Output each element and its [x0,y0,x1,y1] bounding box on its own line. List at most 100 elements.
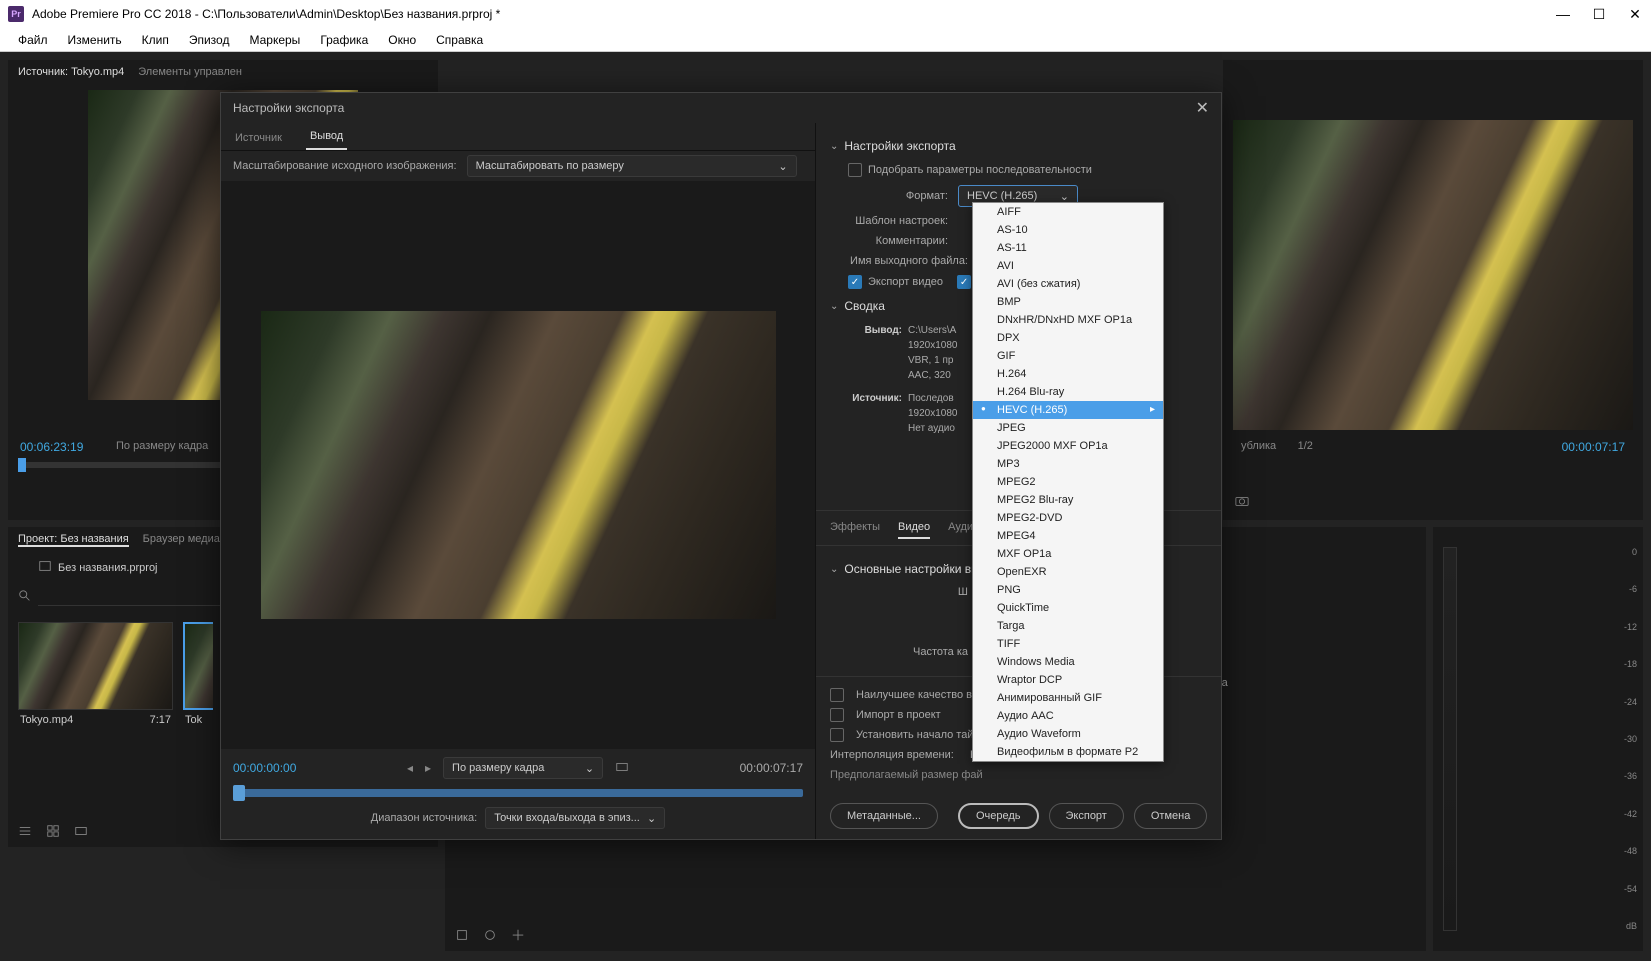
menu-clip[interactable]: Клип [132,33,179,47]
step-back-icon[interactable]: ◂ [407,761,413,775]
preview-fit-select[interactable]: По размеру кадра ⌄ [443,757,603,779]
effect-controls-tab[interactable]: Элементы управлен [138,66,242,78]
tab-video[interactable]: Видео [898,517,930,539]
width-label: Ш [848,586,978,598]
tab-output[interactable]: Вывод [306,124,347,150]
tab-effects[interactable]: Эффекты [830,517,880,539]
export-settings-header[interactable]: ⌄ Настройки экспорта [830,139,1207,153]
source-tab[interactable]: Источник: Tokyo.mp4 [18,66,124,78]
source-fit-label[interactable]: По размеру кадра [116,440,208,452]
camera-icon[interactable] [1235,494,1251,510]
format-option[interactable]: H.264 Blu-ray [973,383,1163,401]
format-option[interactable]: AVI (без сжатия) [973,275,1163,293]
menu-graphics[interactable]: Графика [310,33,378,47]
chevron-down-icon: ⌄ [1060,190,1069,203]
bin-icon [38,559,52,576]
menu-edit[interactable]: Изменить [58,33,132,47]
dialog-close-button[interactable]: ✕ [1196,98,1209,118]
format-option[interactable]: Аудио AAC [973,707,1163,725]
estimated-size-label: Предполагаемый размер фай [830,765,1207,785]
source-playhead[interactable] [18,458,26,472]
format-option[interactable]: Windows Media [973,653,1163,671]
menu-markers[interactable]: Маркеры [239,33,310,47]
best-quality-checkbox[interactable] [830,688,844,702]
format-option[interactable]: TIFF [973,635,1163,653]
queue-button[interactable]: Очередь [958,803,1039,829]
program-timecode[interactable]: 00:00:07:17 [1562,440,1625,454]
format-option[interactable]: DNxHR/DNxHD MXF OP1a [973,311,1163,329]
timeline-tool-icon[interactable] [511,928,525,945]
match-sequence-checkbox[interactable] [848,163,862,177]
timeline-tool-icon[interactable] [455,928,469,945]
format-option[interactable]: MPEG4 [973,527,1163,545]
format-option[interactable]: MPEG2-DVD [973,509,1163,527]
search-icon[interactable] [18,589,32,606]
preview-timecode-out[interactable]: 00:00:07:17 [740,761,803,775]
import-project-checkbox[interactable] [830,708,844,722]
format-option[interactable]: DPX [973,329,1163,347]
export-button[interactable]: Экспорт [1049,803,1124,829]
close-button[interactable]: ✕ [1627,6,1643,22]
tab-source[interactable]: Источник [231,126,286,150]
format-option[interactable]: PNG [973,581,1163,599]
timeline-tool-icon[interactable] [483,928,497,945]
format-option[interactable]: AS-10 [973,221,1163,239]
format-option[interactable]: Wraptor DCP [973,671,1163,689]
format-option[interactable]: MXF OP1a [973,545,1163,563]
set-timecode-checkbox[interactable] [830,728,844,742]
format-option[interactable]: MP3 [973,455,1163,473]
format-option[interactable]: AIFF [973,203,1163,221]
audio-meter-bar [1443,547,1457,931]
format-option[interactable]: Анимированный GIF [973,689,1163,707]
project-tab[interactable]: Проект: Без названия [18,533,129,547]
range-select[interactable]: Точки входа/выхода в эпиз... ⌄ [485,807,665,829]
format-option[interactable]: QuickTime [973,599,1163,617]
output-name-label: Имя выходного файла: [848,255,978,267]
step-forward-icon[interactable]: ▸ [425,761,431,775]
format-option[interactable]: Targa [973,617,1163,635]
format-option[interactable]: Видеофильм в формате P2 [973,743,1163,761]
menu-help[interactable]: Справка [426,33,493,47]
metadata-button[interactable]: Метаданные... [830,803,938,829]
format-dropdown[interactable]: AIFFAS-10AS-11AVIAVI (без сжатия)BMPDNxH… [972,202,1164,762]
export-audio-checkbox[interactable] [957,275,971,289]
project-item[interactable]: Tokyo.mp4 7:17 [18,622,173,730]
format-option[interactable]: BMP [973,293,1163,311]
source-timecode[interactable]: 00:06:23:19 [20,440,83,454]
format-option[interactable]: AS-11 [973,239,1163,257]
preview-timecode-in[interactable]: 00:00:00:00 [233,761,296,775]
clip-name: Tokyo.mp4 [20,714,73,726]
menu-window[interactable]: Окно [378,33,426,47]
chevron-down-icon: ⌄ [778,160,787,173]
list-view-icon[interactable] [18,824,32,841]
icon-view-icon[interactable] [46,824,60,841]
format-option[interactable]: OpenEXR [973,563,1163,581]
preview-image[interactable] [261,311,776,619]
chevron-down-icon: ⌄ [647,812,656,825]
preview-side: Источник Вывод Масштабирование исходного… [221,123,816,839]
media-browser-tab[interactable]: Браузер медиаф [143,533,229,547]
project-item[interactable]: Tok [183,622,213,730]
format-option[interactable]: GIF [973,347,1163,365]
menu-sequence[interactable]: Эпизод [179,33,240,47]
export-video-checkbox[interactable] [848,275,862,289]
preview-scrubber[interactable] [233,789,803,797]
format-option[interactable]: MPEG2 [973,473,1163,491]
format-option[interactable]: JPEG [973,419,1163,437]
preview-playhead[interactable] [233,785,245,801]
menu-file[interactable]: Файл [8,33,58,47]
format-option[interactable]: MPEG2 Blu-ray [973,491,1163,509]
maximize-button[interactable]: ☐ [1591,6,1607,22]
program-monitor[interactable] [1233,120,1633,430]
format-option[interactable]: Аудио Waveform [973,725,1163,743]
format-option[interactable]: HEVC (H.265) [973,401,1163,419]
format-option[interactable]: H.264 [973,365,1163,383]
scale-select[interactable]: Масштабировать по размеру ⌄ [467,155,797,177]
freeform-view-icon[interactable] [74,824,88,841]
format-option[interactable]: AVI [973,257,1163,275]
cancel-button[interactable]: Отмена [1134,803,1207,829]
format-option[interactable]: JPEG2000 MXF OP1a [973,437,1163,455]
aspect-ratio-icon[interactable] [615,760,629,777]
minimize-button[interactable]: — [1555,6,1571,22]
project-filename: Без названия.prproj [58,562,158,574]
